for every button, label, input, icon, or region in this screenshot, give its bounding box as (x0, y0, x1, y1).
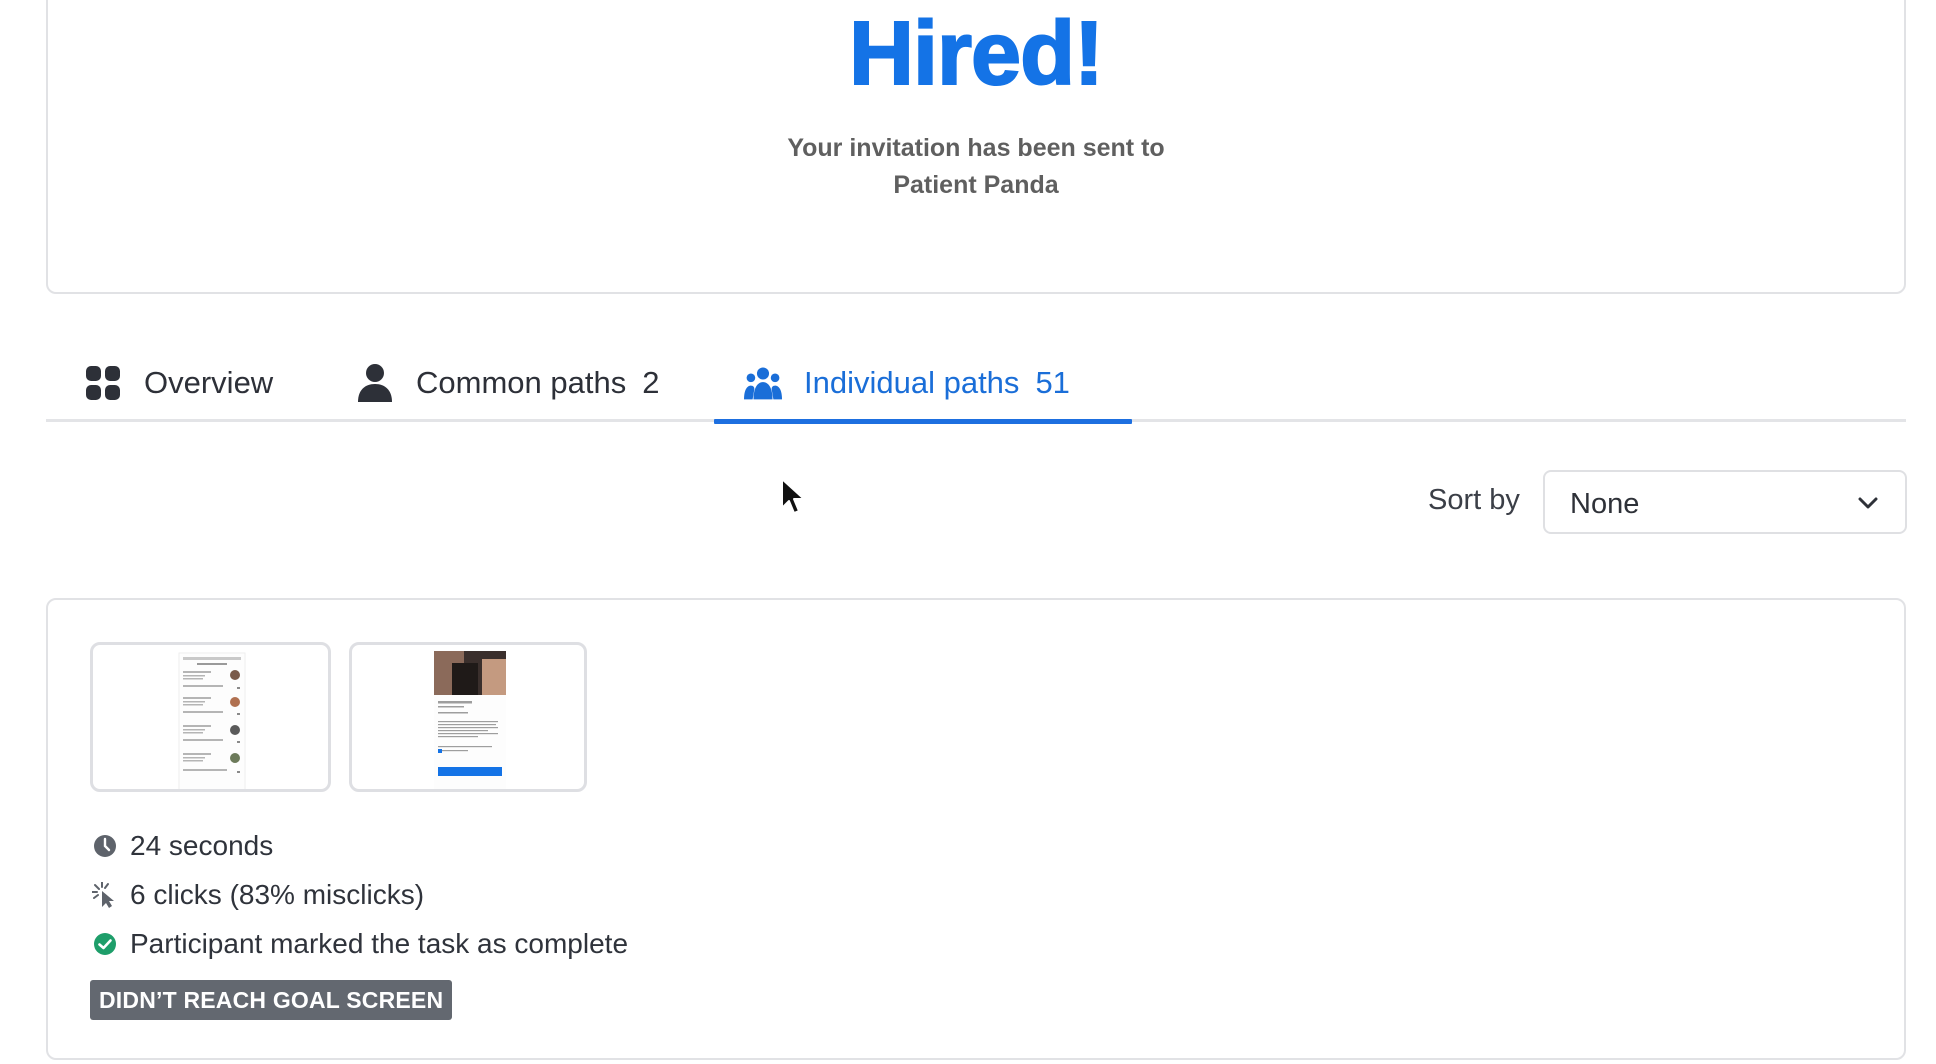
active-tab-indicator (714, 419, 1132, 424)
path-clicks-text: 6 clicks (83% misclicks) (130, 879, 425, 910)
clock-icon (92, 833, 118, 859)
path-completion-text: Participant marked the task as complete (130, 928, 629, 959)
goal-not-reached-badge: DIDN’T REACH GOAL SCREEN (90, 980, 453, 1020)
screen-thumbnail[interactable] (90, 642, 331, 792)
tab-common-paths-label: Common paths (416, 365, 627, 400)
person-icon (356, 364, 394, 402)
screen-thumbnail[interactable] (349, 642, 587, 792)
mouse-cursor-icon (780, 478, 806, 521)
path-completion-status: Participant marked the task as complete (92, 928, 628, 960)
people-group-icon (744, 364, 782, 402)
screen-thumbnail-image (434, 651, 506, 789)
tab-individual-paths-count: 51 (1035, 365, 1070, 400)
sort-by-select[interactable]: None (1543, 470, 1907, 534)
path-duration: 24 seconds (92, 830, 273, 862)
screen-thumbnail-image (178, 652, 246, 789)
tab-common-paths[interactable]: Common paths 2 (356, 344, 659, 422)
check-circle-icon (92, 931, 118, 957)
goal-screen-card: Hired! Your invitation has been sent to … (46, 0, 1906, 294)
path-clicks: 6 clicks (83% misclicks) (92, 879, 424, 911)
tab-individual-paths-label: Individual paths (804, 365, 1020, 400)
individual-path-card: 24 seconds 6 clicks (83% misclicks) Part… (46, 598, 1906, 1060)
chevron-down-icon (1857, 492, 1879, 519)
tab-common-paths-count: 2 (642, 365, 660, 400)
page: Hired! Your invitation has been sent to … (0, 0, 1936, 1064)
sort-by-label: Sort by (1428, 484, 1520, 516)
tab-overview-label: Overview (144, 365, 274, 400)
results-tabs: Overview Common paths 2 Individual paths… (46, 344, 1906, 424)
sort-by-value: None (1570, 488, 1640, 520)
goal-screen-preview: Hired! Your invitation has been sent to … (48, 0, 1904, 204)
goal-message: Your invitation has been sent to Patient… (787, 134, 1165, 199)
goal-headline: Hired! (848, 3, 1105, 105)
tab-individual-paths[interactable]: Individual paths 51 (744, 344, 1070, 422)
tab-overview[interactable]: Overview (84, 344, 273, 422)
grid-icon (84, 364, 122, 402)
path-duration-text: 24 seconds (130, 830, 274, 861)
click-pointer-icon (92, 882, 118, 908)
